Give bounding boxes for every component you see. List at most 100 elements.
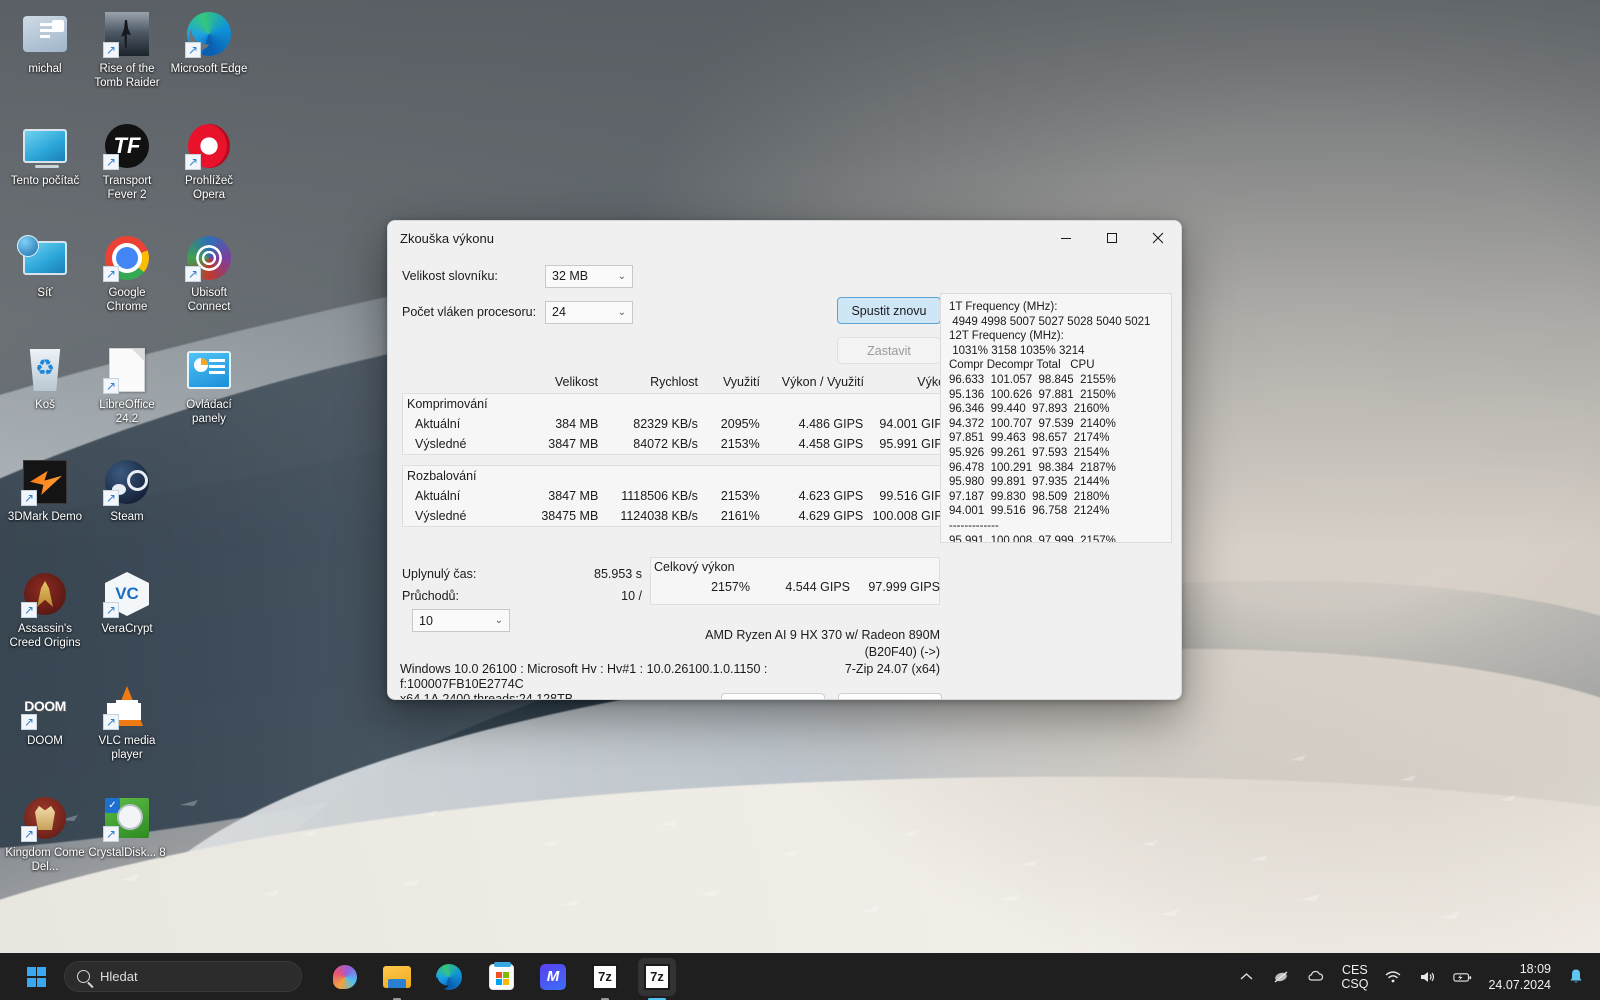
passes-select[interactable]: 10 ⌄: [412, 609, 510, 632]
taskbar-7zip[interactable]: 7z: [586, 958, 624, 1000]
maximize-button[interactable]: [1089, 221, 1135, 255]
desktop-icon-veracrypt[interactable]: VC VeraCrypt: [86, 564, 168, 676]
dictionary-size-select[interactable]: 32 MB ⌄: [545, 264, 633, 288]
desktop-icon-3dmark-demo[interactable]: 3DMark Demo: [4, 452, 86, 564]
restart-button[interactable]: Spustit znovu: [837, 297, 941, 324]
cell-speed: 1124038 KB/s: [620, 509, 698, 523]
dialog-title: Zkouška výkonu: [400, 230, 494, 246]
bell-icon[interactable]: [1566, 968, 1586, 985]
desktop-icon-label: Tento počítač: [10, 175, 80, 187]
desktop-icon-label: CrystalDisk... 8: [88, 847, 166, 859]
transport-fever-icon: TF: [103, 122, 151, 170]
shortcut-arrow-icon: [103, 602, 119, 618]
desktop-icon-vlc-media-player[interactable]: VLC media player: [86, 676, 168, 788]
desktop-icon-label: Ubisoft Connect: [187, 287, 231, 313]
desktop-icon-ubisoft-connect[interactable]: Ubisoft Connect: [168, 228, 250, 340]
wifi-icon[interactable]: [1383, 970, 1403, 984]
row-label: Výsledné: [415, 509, 467, 523]
cell-usage: 2161%: [720, 509, 760, 523]
clock[interactable]: 18:09 24.07.2024: [1488, 961, 1551, 993]
taskbar-apps: M 7z 7z: [326, 957, 676, 1000]
doom-icon: DOOM: [21, 682, 69, 730]
taskbar-edge[interactable]: [430, 958, 468, 996]
desktop-icon-rise-of-the-tomb-raider[interactable]: Rise of the Tomb Raider: [86, 4, 168, 116]
close-button[interactable]: [1135, 221, 1181, 255]
cell-usage: 2153%: [720, 489, 760, 503]
taskbar-7zip-benchmark[interactable]: 7z: [638, 957, 676, 1000]
dictionary-size-label: Velikost slovníku:: [402, 269, 498, 283]
desktop-icon-sit[interactable]: Síť: [4, 228, 86, 340]
desktop-icon-transport-fever-2[interactable]: TF Transport Fever 2: [86, 116, 168, 228]
shortcut-arrow-icon: [103, 378, 119, 394]
desktop-icon-steam[interactable]: Steam: [86, 452, 168, 564]
start-button[interactable]: [18, 959, 54, 995]
3dmark-icon: [21, 458, 69, 506]
file-explorer-icon: [383, 965, 411, 988]
cancel-button[interactable]: Storno: [838, 693, 942, 699]
shortcut-arrow-icon: [21, 826, 37, 842]
table-header-row: Velikost Rychlost Využití Výkon / Využit…: [402, 375, 952, 393]
thread-count-select[interactable]: 24 ⌄: [545, 300, 633, 324]
cpu-name-line1: AMD Ryzen AI 9 HX 370 w/ Radeon 890M: [705, 628, 940, 642]
desktop-icon-label: Síť: [37, 287, 53, 299]
desktop-icon-ovladaci-panely[interactable]: Ovládací panely: [168, 340, 250, 452]
cell-speed: 84072 KB/s: [633, 437, 698, 451]
desktop-icon-michal[interactable]: michal: [4, 4, 86, 116]
chrome-icon: [103, 234, 151, 282]
desktop-icon-crystaldiskmark[interactable]: CrystalDisk... 8: [86, 788, 168, 900]
table-row: Výsledné 38475 MB 1124038 KB/s 2161% 4.6…: [403, 506, 951, 526]
help-button[interactable]: Nápověda: [721, 693, 825, 699]
desktop-icon-empty: [168, 452, 250, 564]
amd-software-icon: M: [540, 963, 566, 990]
cell-rating: 100.008 GIPS: [872, 509, 951, 523]
onedrive-icon[interactable]: [1306, 969, 1326, 984]
clock-time: 18:09: [1519, 961, 1551, 976]
battery-charging-icon[interactable]: [1453, 970, 1473, 984]
desktop-icon-google-chrome[interactable]: Google Chrome: [86, 228, 168, 340]
taskbar-amd-software[interactable]: M: [534, 958, 572, 996]
crystaldiskmark-icon: [103, 794, 151, 842]
language-indicator[interactable]: CES CSQ: [1341, 963, 1368, 991]
cell-rating: 95.991 GIPS: [879, 437, 951, 451]
passes-select-value: 10: [419, 613, 433, 628]
libreoffice-icon: [103, 346, 151, 394]
taskbar: Hledat M 7z 7z CES CSQ 18:09 24.07.2024: [0, 953, 1600, 1000]
search-input[interactable]: Hledat: [64, 961, 302, 992]
elapsed-block: Uplynulý čas: 85.953 s Průchodů: 10 / 10…: [402, 563, 652, 632]
desktop-icon-tento-pocitac[interactable]: Tento počítač: [4, 116, 86, 228]
pen-off-icon[interactable]: [1271, 969, 1291, 985]
desktop-icon-empty: [168, 676, 250, 788]
system-info: Windows 10.0 26100 : Microsoft Hv : Hv#1…: [400, 662, 768, 700]
dialog-titlebar[interactable]: Zkouška výkonu: [388, 221, 1181, 255]
shortcut-arrow-icon: [103, 826, 119, 842]
kingdom-come-icon: [21, 794, 69, 842]
cell-size: 384 MB: [555, 417, 599, 431]
recycle-bin-icon: [21, 346, 69, 394]
desktop-icon-kingdom-come-deliverance[interactable]: Kingdom Come Del...: [4, 788, 86, 900]
desktop-icon-kos[interactable]: Koš: [4, 340, 86, 452]
taskbar-microsoft-store[interactable]: [482, 958, 520, 996]
benchmark-log[interactable]: 1T Frequency (MHz): 4949 4998 5007 5027 …: [940, 293, 1172, 543]
desktop-icon-libreoffice[interactable]: LibreOffice 24.2: [86, 340, 168, 452]
desktop-icon-doom[interactable]: DOOM DOOM: [4, 676, 86, 788]
minimize-button[interactable]: [1043, 221, 1089, 255]
cell-rpu: 4.458 GIPS: [798, 437, 864, 451]
shortcut-arrow-icon: [21, 714, 37, 730]
cell-usage: 2095%: [720, 417, 760, 431]
taskbar-copilot[interactable]: [326, 958, 364, 996]
cell-size: 3847 MB: [548, 437, 599, 451]
table-row: Aktuální 384 MB 82329 KB/s 2095% 4.486 G…: [403, 414, 951, 434]
cell-rating: 94.001 GIPS: [879, 417, 951, 431]
taskbar-file-explorer[interactable]: [378, 958, 416, 1000]
passes-label: Průchodů:: [402, 589, 459, 603]
benchmark-dialog: Zkouška výkonu Velikost slovníku: 32 MB: [387, 220, 1182, 700]
control-panel-icon: [185, 346, 233, 394]
volume-icon[interactable]: [1418, 970, 1438, 984]
desktop-icon-microsoft-edge[interactable]: Microsoft Edge: [168, 4, 250, 116]
cell-speed: 82329 KB/s: [633, 417, 698, 431]
windows-logo-icon: [26, 967, 46, 987]
desktop-icon-assassins-creed-origins[interactable]: Assassin's Creed Origins: [4, 564, 86, 676]
chevron-up-icon[interactable]: [1236, 972, 1256, 981]
desktop-icon-opera[interactable]: Prohlížeč Opera: [168, 116, 250, 228]
7zip-icon: 7z: [592, 963, 618, 990]
